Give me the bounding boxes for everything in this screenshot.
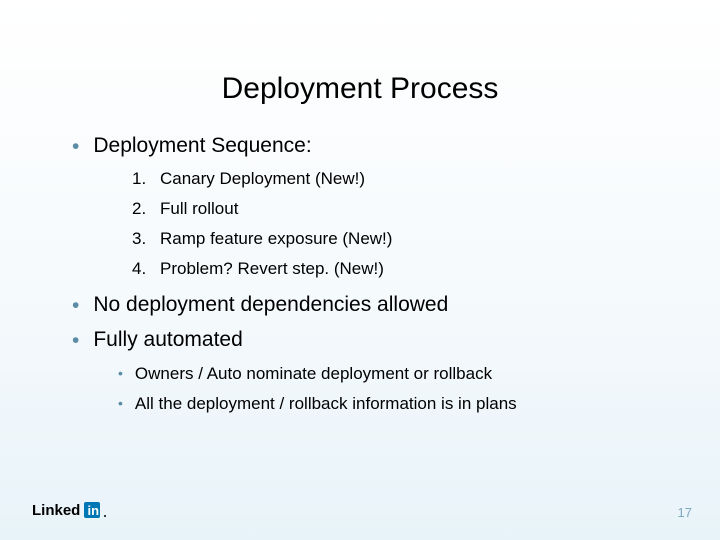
numbered-list: 1. Canary Deployment (New!) 2. Full roll… [72, 169, 660, 279]
bullet-dot-icon: • [118, 364, 123, 384]
slide: Deployment Process • Deployment Sequence… [0, 0, 720, 540]
slide-title: Deployment Process [0, 0, 720, 134]
item-number: 1. [132, 169, 160, 189]
item-text: Ramp feature exposure (New!) [160, 229, 392, 249]
bullet-item: • No deployment dependencies allowed [72, 293, 660, 318]
svg-text:Linked: Linked [32, 502, 80, 519]
bullet-dot-icon: • [72, 134, 79, 159]
bullet-dot-icon: • [72, 328, 79, 353]
item-text: Full rollout [160, 199, 238, 219]
list-item: 4. Problem? Revert step. (New!) [132, 259, 660, 279]
item-number: 2. [132, 199, 160, 219]
list-item: 3. Ramp feature exposure (New!) [132, 229, 660, 249]
item-text: Canary Deployment (New!) [160, 169, 365, 189]
bullet-text: No deployment dependencies allowed [93, 293, 448, 317]
list-item: • All the deployment / rollback informat… [118, 394, 660, 414]
bullet-dot-icon: • [72, 293, 79, 318]
list-item: • Owners / Auto nominate deployment or r… [118, 364, 660, 384]
sub-bullet-list: • Owners / Auto nominate deployment or r… [72, 364, 660, 414]
item-text: Owners / Auto nominate deployment or rol… [135, 364, 492, 384]
item-text: Problem? Revert step. (New!) [160, 259, 384, 279]
bullet-item: • Deployment Sequence: [72, 134, 660, 159]
bullet-text: Fully automated [93, 328, 242, 352]
list-item: 1. Canary Deployment (New!) [132, 169, 660, 189]
item-number: 4. [132, 259, 160, 279]
linkedin-logo-icon: Linked in [32, 500, 110, 520]
slide-content: • Deployment Sequence: 1. Canary Deploym… [0, 134, 720, 414]
item-text: All the deployment / rollback informatio… [135, 394, 517, 414]
bullet-dot-icon: • [118, 394, 123, 414]
item-number: 3. [132, 229, 160, 249]
svg-text:in: in [88, 503, 100, 518]
list-item: 2. Full rollout [132, 199, 660, 219]
bullet-item: • Fully automated [72, 328, 660, 353]
bullet-text: Deployment Sequence: [93, 134, 311, 158]
page-number: 17 [678, 505, 692, 520]
